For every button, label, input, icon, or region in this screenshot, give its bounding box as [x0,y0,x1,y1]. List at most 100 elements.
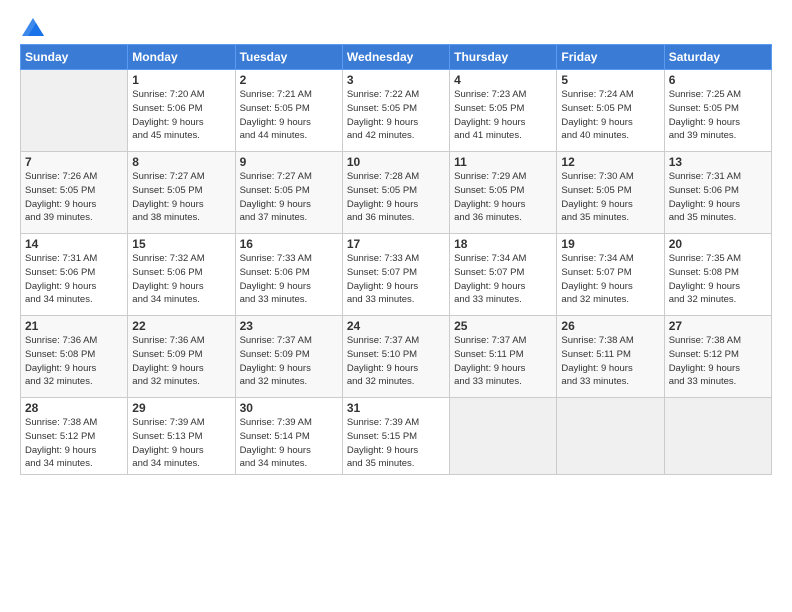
day-number: 20 [669,237,767,251]
day-info: Sunrise: 7:25 AMSunset: 5:05 PMDaylight:… [669,88,767,143]
day-number: 27 [669,319,767,333]
col-saturday: Saturday [664,45,771,70]
day-number: 4 [454,73,552,87]
day-info: Sunrise: 7:39 AMSunset: 5:14 PMDaylight:… [240,416,338,471]
table-row: 23Sunrise: 7:37 AMSunset: 5:09 PMDayligh… [235,316,342,398]
day-info: Sunrise: 7:37 AMSunset: 5:11 PMDaylight:… [454,334,552,389]
col-thursday: Thursday [450,45,557,70]
day-number: 22 [132,319,230,333]
table-row: 5Sunrise: 7:24 AMSunset: 5:05 PMDaylight… [557,70,664,152]
day-info: Sunrise: 7:21 AMSunset: 5:05 PMDaylight:… [240,88,338,143]
day-number: 24 [347,319,445,333]
table-row: 31Sunrise: 7:39 AMSunset: 5:15 PMDayligh… [342,398,449,475]
day-number: 28 [25,401,123,415]
table-row: 18Sunrise: 7:34 AMSunset: 5:07 PMDayligh… [450,234,557,316]
table-row: 21Sunrise: 7:36 AMSunset: 5:08 PMDayligh… [21,316,128,398]
table-row: 14Sunrise: 7:31 AMSunset: 5:06 PMDayligh… [21,234,128,316]
day-info: Sunrise: 7:22 AMSunset: 5:05 PMDaylight:… [347,88,445,143]
table-row: 3Sunrise: 7:22 AMSunset: 5:05 PMDaylight… [342,70,449,152]
day-info: Sunrise: 7:29 AMSunset: 5:05 PMDaylight:… [454,170,552,225]
table-row: 12Sunrise: 7:30 AMSunset: 5:05 PMDayligh… [557,152,664,234]
day-number: 1 [132,73,230,87]
day-number: 6 [669,73,767,87]
table-row [450,398,557,475]
table-row: 27Sunrise: 7:38 AMSunset: 5:12 PMDayligh… [664,316,771,398]
table-row: 6Sunrise: 7:25 AMSunset: 5:05 PMDaylight… [664,70,771,152]
day-number: 25 [454,319,552,333]
day-number: 9 [240,155,338,169]
col-sunday: Sunday [21,45,128,70]
day-info: Sunrise: 7:31 AMSunset: 5:06 PMDaylight:… [669,170,767,225]
table-row: 26Sunrise: 7:38 AMSunset: 5:11 PMDayligh… [557,316,664,398]
day-info: Sunrise: 7:20 AMSunset: 5:06 PMDaylight:… [132,88,230,143]
table-row: 2Sunrise: 7:21 AMSunset: 5:05 PMDaylight… [235,70,342,152]
day-info: Sunrise: 7:27 AMSunset: 5:05 PMDaylight:… [240,170,338,225]
day-number: 30 [240,401,338,415]
table-row: 7Sunrise: 7:26 AMSunset: 5:05 PMDaylight… [21,152,128,234]
col-tuesday: Tuesday [235,45,342,70]
day-info: Sunrise: 7:36 AMSunset: 5:09 PMDaylight:… [132,334,230,389]
day-number: 18 [454,237,552,251]
day-info: Sunrise: 7:30 AMSunset: 5:05 PMDaylight:… [561,170,659,225]
day-number: 15 [132,237,230,251]
day-number: 26 [561,319,659,333]
table-row: 9Sunrise: 7:27 AMSunset: 5:05 PMDaylight… [235,152,342,234]
table-row: 17Sunrise: 7:33 AMSunset: 5:07 PMDayligh… [342,234,449,316]
day-info: Sunrise: 7:31 AMSunset: 5:06 PMDaylight:… [25,252,123,307]
day-number: 2 [240,73,338,87]
col-monday: Monday [128,45,235,70]
table-row: 25Sunrise: 7:37 AMSunset: 5:11 PMDayligh… [450,316,557,398]
table-row: 13Sunrise: 7:31 AMSunset: 5:06 PMDayligh… [664,152,771,234]
table-row: 1Sunrise: 7:20 AMSunset: 5:06 PMDaylight… [128,70,235,152]
day-number: 29 [132,401,230,415]
day-info: Sunrise: 7:37 AMSunset: 5:09 PMDaylight:… [240,334,338,389]
day-number: 31 [347,401,445,415]
table-row: 11Sunrise: 7:29 AMSunset: 5:05 PMDayligh… [450,152,557,234]
calendar-table: Sunday Monday Tuesday Wednesday Thursday… [20,44,772,475]
table-row: 16Sunrise: 7:33 AMSunset: 5:06 PMDayligh… [235,234,342,316]
day-number: 7 [25,155,123,169]
table-row: 22Sunrise: 7:36 AMSunset: 5:09 PMDayligh… [128,316,235,398]
col-wednesday: Wednesday [342,45,449,70]
table-row: 19Sunrise: 7:34 AMSunset: 5:07 PMDayligh… [557,234,664,316]
day-info: Sunrise: 7:24 AMSunset: 5:05 PMDaylight:… [561,88,659,143]
day-info: Sunrise: 7:27 AMSunset: 5:05 PMDaylight:… [132,170,230,225]
day-info: Sunrise: 7:37 AMSunset: 5:10 PMDaylight:… [347,334,445,389]
day-info: Sunrise: 7:36 AMSunset: 5:08 PMDaylight:… [25,334,123,389]
header-row: Sunday Monday Tuesday Wednesday Thursday… [21,45,772,70]
day-number: 17 [347,237,445,251]
table-row [557,398,664,475]
day-info: Sunrise: 7:38 AMSunset: 5:12 PMDaylight:… [25,416,123,471]
table-row: 4Sunrise: 7:23 AMSunset: 5:05 PMDaylight… [450,70,557,152]
table-row: 29Sunrise: 7:39 AMSunset: 5:13 PMDayligh… [128,398,235,475]
table-row [21,70,128,152]
day-number: 8 [132,155,230,169]
day-number: 23 [240,319,338,333]
day-info: Sunrise: 7:28 AMSunset: 5:05 PMDaylight:… [347,170,445,225]
day-number: 19 [561,237,659,251]
day-info: Sunrise: 7:23 AMSunset: 5:05 PMDaylight:… [454,88,552,143]
day-number: 11 [454,155,552,169]
day-info: Sunrise: 7:39 AMSunset: 5:15 PMDaylight:… [347,416,445,471]
day-info: Sunrise: 7:26 AMSunset: 5:05 PMDaylight:… [25,170,123,225]
table-row: 10Sunrise: 7:28 AMSunset: 5:05 PMDayligh… [342,152,449,234]
table-row: 30Sunrise: 7:39 AMSunset: 5:14 PMDayligh… [235,398,342,475]
logo [20,18,44,36]
col-friday: Friday [557,45,664,70]
table-row: 8Sunrise: 7:27 AMSunset: 5:05 PMDaylight… [128,152,235,234]
day-info: Sunrise: 7:38 AMSunset: 5:12 PMDaylight:… [669,334,767,389]
table-row: 24Sunrise: 7:37 AMSunset: 5:10 PMDayligh… [342,316,449,398]
day-info: Sunrise: 7:34 AMSunset: 5:07 PMDaylight:… [561,252,659,307]
day-number: 13 [669,155,767,169]
calendar-page: Sunday Monday Tuesday Wednesday Thursday… [0,0,792,612]
day-info: Sunrise: 7:35 AMSunset: 5:08 PMDaylight:… [669,252,767,307]
logo-icon [22,18,44,36]
table-row: 15Sunrise: 7:32 AMSunset: 5:06 PMDayligh… [128,234,235,316]
day-info: Sunrise: 7:38 AMSunset: 5:11 PMDaylight:… [561,334,659,389]
day-info: Sunrise: 7:34 AMSunset: 5:07 PMDaylight:… [454,252,552,307]
day-number: 3 [347,73,445,87]
table-row: 20Sunrise: 7:35 AMSunset: 5:08 PMDayligh… [664,234,771,316]
day-number: 21 [25,319,123,333]
day-info: Sunrise: 7:33 AMSunset: 5:07 PMDaylight:… [347,252,445,307]
day-number: 5 [561,73,659,87]
